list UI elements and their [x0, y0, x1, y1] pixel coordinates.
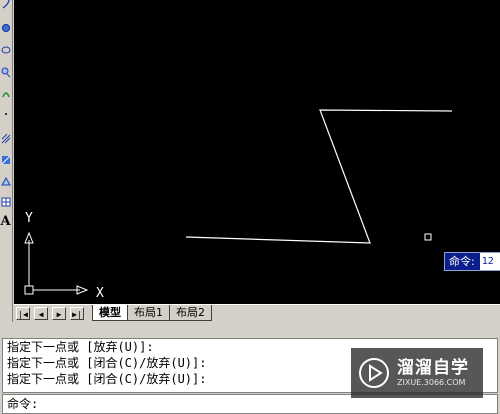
watermark-title: 溜溜自学: [397, 358, 469, 378]
spline-icon[interactable]: [0, 64, 11, 79]
gradient-icon[interactable]: [0, 152, 11, 167]
last-tab-button[interactable]: ▶|: [70, 307, 84, 320]
point-icon[interactable]: [0, 106, 11, 121]
tab-model[interactable]: 模型: [92, 305, 128, 321]
cursor-pickbox: [424, 233, 432, 241]
layout-tab-bar: |◀ ◀ ▶ ▶| 模型 布局1 布局2: [14, 304, 500, 323]
ucs-x-label: X: [96, 286, 104, 301]
dynamic-input-tooltip: 命令: 12: [444, 252, 500, 271]
tab-layout2[interactable]: 布局2: [169, 305, 212, 321]
history-line: 指定下一点或 [闭合(C)/放弃(U)]:: [7, 356, 207, 370]
first-tab-button[interactable]: |◀: [16, 307, 30, 320]
circle-icon[interactable]: [0, 20, 11, 35]
arc-icon[interactable]: [0, 0, 11, 11]
multiline-text-icon[interactable]: A: [0, 214, 11, 229]
tab-layout1[interactable]: 布局1: [127, 305, 170, 321]
drawing-svg: Y X: [24, 109, 453, 301]
ellipse-icon[interactable]: [0, 86, 11, 101]
revision-cloud-icon[interactable]: [0, 42, 11, 57]
drawn-polyline: [185, 109, 453, 244]
hatch-icon[interactable]: [0, 130, 11, 145]
prev-tab-button[interactable]: ◀: [34, 307, 48, 320]
watermark: 溜溜自学 ZIXUE.3066.COM: [351, 348, 483, 398]
next-tab-button[interactable]: ▶: [52, 307, 66, 320]
dynamic-input-field[interactable]: 12: [478, 253, 500, 270]
region-icon[interactable]: [0, 174, 11, 189]
table-icon[interactable]: [0, 194, 11, 209]
drawing-canvas[interactable]: Y X 命令: 12: [14, 0, 500, 304]
history-line: 指定下一点或 [闭合(C)/放弃(U)]:: [7, 372, 207, 386]
history-line: 指定下一点或 [放弃(U)]:: [7, 340, 154, 354]
dynamic-input-label: 命令:: [445, 253, 479, 270]
ucs-icon: [24, 231, 89, 295]
ucs-y-label: Y: [25, 211, 33, 226]
watermark-subtitle: ZIXUE.3066.COM: [397, 378, 466, 387]
draw-toolbar: A: [0, 0, 13, 324]
command-prompt-label: 命令:: [7, 397, 39, 411]
watermark-logo-icon: [359, 358, 389, 388]
